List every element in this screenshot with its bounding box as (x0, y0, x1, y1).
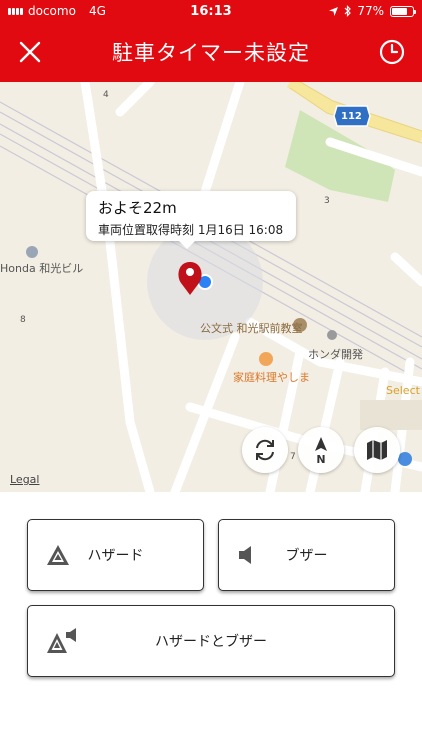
clock-icon (379, 39, 405, 65)
svg-text:N: N (316, 453, 325, 465)
map-label-8: 8 (20, 315, 26, 325)
compass-button[interactable]: N (298, 427, 344, 473)
carrier-label: docomo (28, 4, 76, 18)
map-label-3: 3 (324, 196, 330, 206)
map-background (0, 82, 422, 492)
battery-percent: 77% (357, 4, 384, 18)
refresh-icon (256, 439, 274, 461)
speaker-icon (237, 545, 257, 565)
select-label: Select (386, 384, 420, 397)
battery-icon (390, 5, 416, 17)
nav-bar: 駐車タイマー未設定 (0, 22, 422, 82)
honda-building-label: Honda 和光ビル (0, 262, 84, 275)
location-arrow-icon (329, 6, 339, 16)
distance-text: およそ22m (98, 199, 177, 217)
hazard-speaker-icon (46, 628, 78, 654)
legal-link[interactable]: Legal (10, 473, 39, 486)
refresh-button[interactable] (242, 427, 288, 473)
compass-north-icon: N (315, 437, 327, 465)
restaurant-label: 家庭料理やしま (233, 371, 310, 384)
hazard-icon (46, 544, 70, 566)
signal-icon (8, 7, 23, 15)
map-label-4: 4 (103, 90, 109, 100)
timer-button[interactable] (376, 36, 408, 68)
close-button[interactable] (14, 36, 46, 68)
close-icon (19, 41, 41, 63)
map-view[interactable]: 112 4 3 8 7 Honda 和光ビル 公文式 和光駅前教室 ホンダ開発 … (0, 82, 422, 492)
vehicle-callout: およそ22m 車両位置取得時刻 1月16日 16:08 (86, 191, 296, 249)
hazard-and-buzzer-button[interactable]: ハザードとブザー (27, 605, 395, 677)
hazard-and-buzzer-label: ハザードとブザー (155, 634, 267, 650)
page-title: 駐車タイマー未設定 (112, 41, 310, 65)
bluetooth-icon (344, 5, 352, 17)
route-112-label: 112 (341, 111, 362, 122)
honda-kaihatsu-label: ホンダ開発 (308, 348, 363, 361)
map-label-7: 7 (290, 452, 296, 462)
hazard-button[interactable]: ハザード (27, 519, 204, 591)
network-label: 4G (88, 4, 106, 18)
map-type-button[interactable] (354, 427, 400, 473)
status-bar: docomo 4G 16:13 77% (0, 0, 422, 22)
buzzer-button[interactable]: ブザー (218, 519, 395, 591)
kumon-label: 公文式 和光駅前教室 (200, 322, 303, 335)
position-time-text: 車両位置取得時刻 1月16日 16:08 (98, 223, 284, 237)
map-icon (367, 440, 387, 460)
